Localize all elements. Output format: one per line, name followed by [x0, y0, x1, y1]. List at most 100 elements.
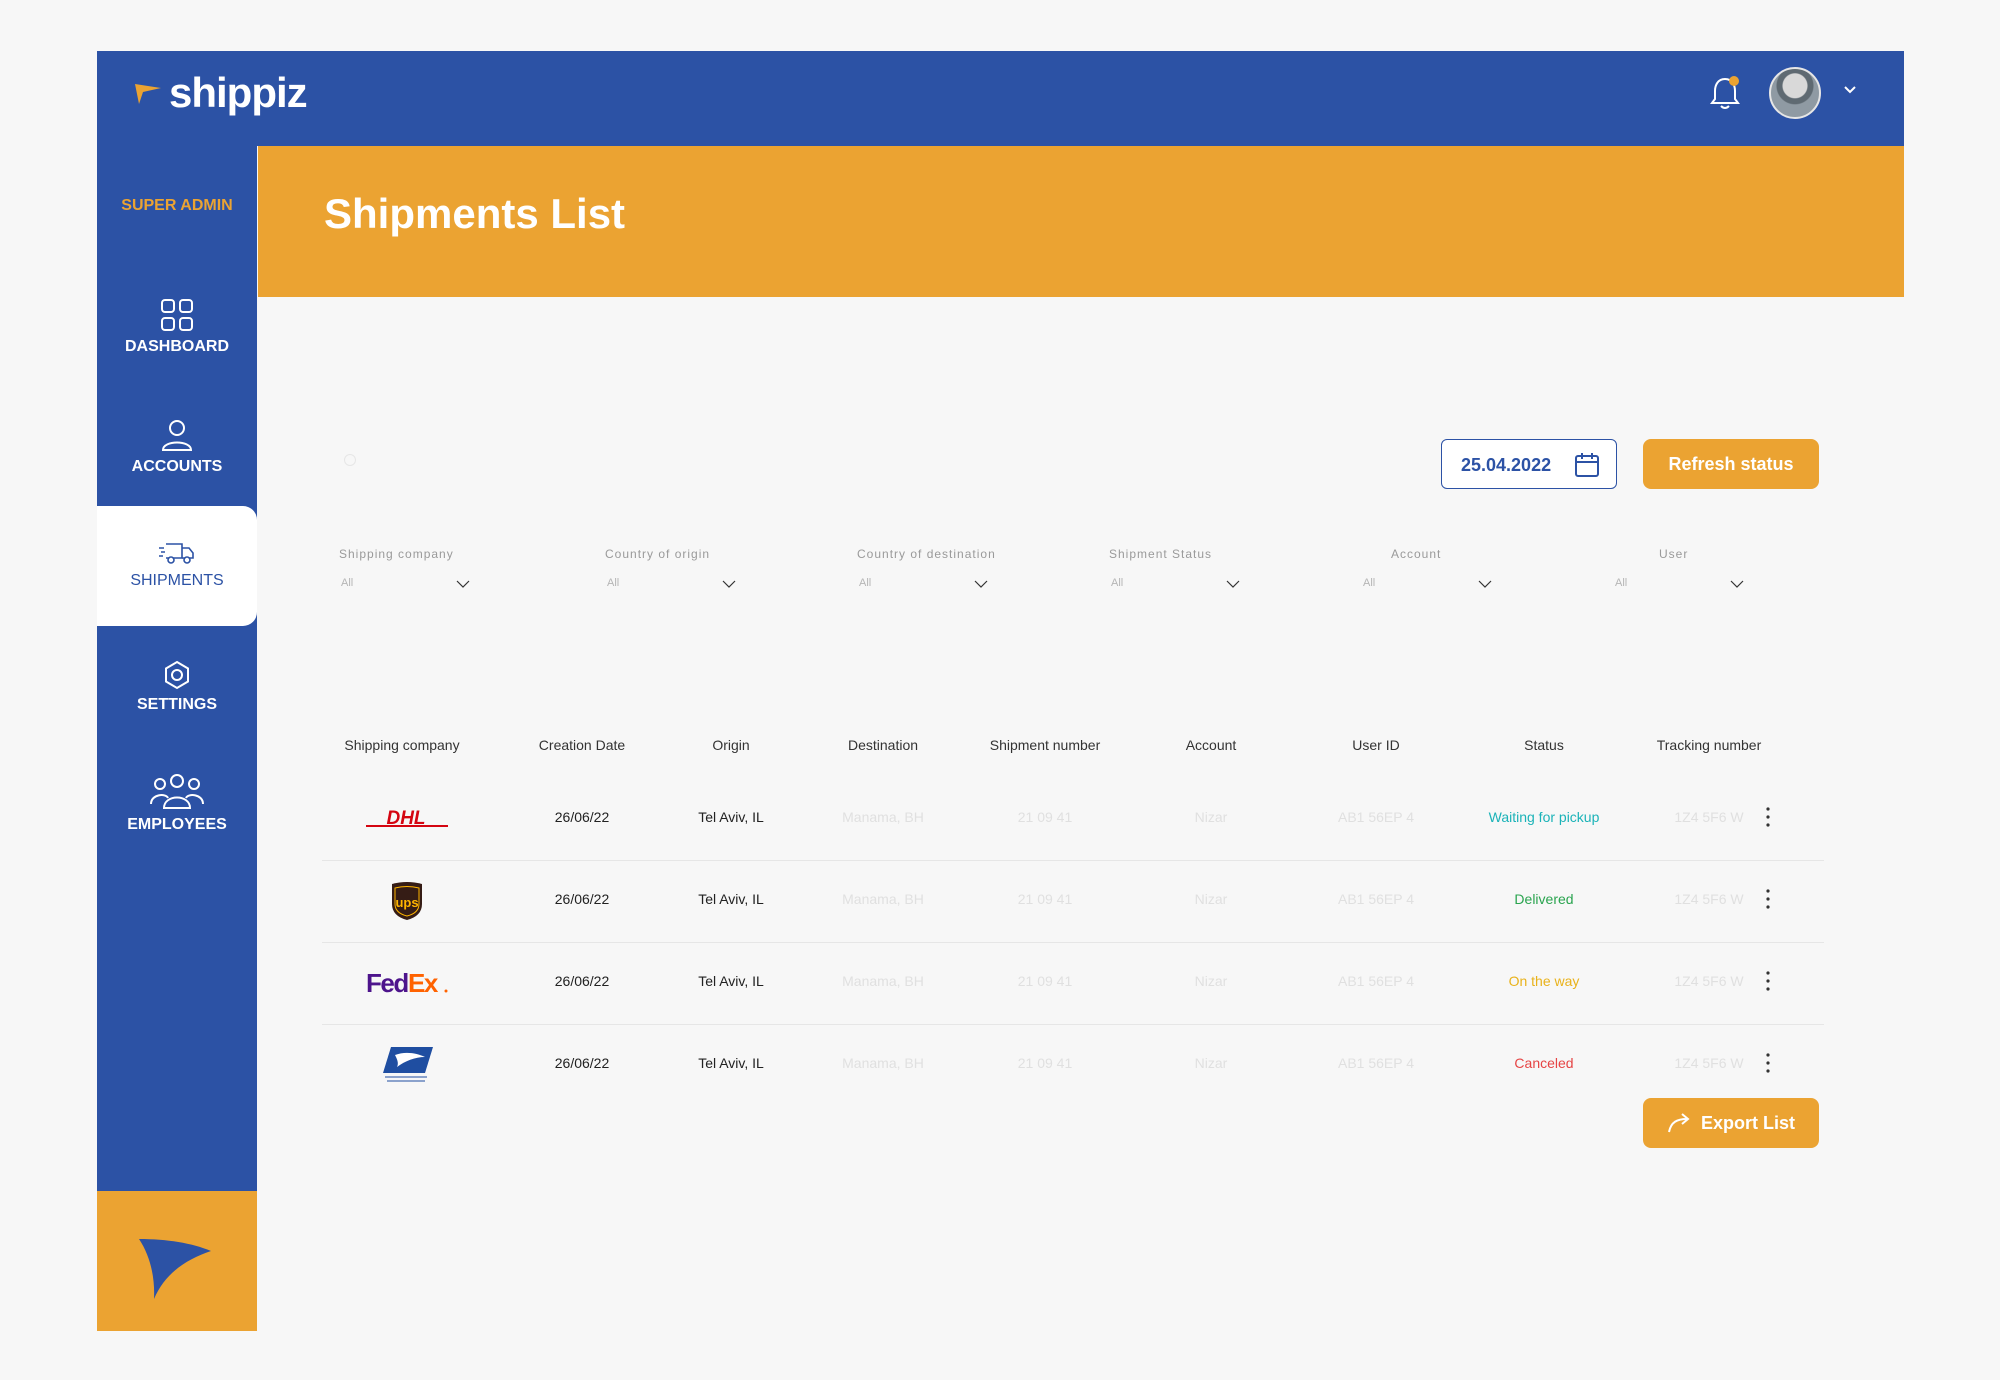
calendar-icon	[1575, 453, 1599, 477]
svg-text:Fed: Fed	[366, 968, 408, 998]
chevron-down-icon	[974, 580, 988, 588]
creation-date: 26/06/22	[554, 973, 610, 989]
radio-placeholder[interactable]	[344, 454, 356, 466]
origin: Tel Aviv, IL	[698, 891, 764, 907]
usps-eagle-icon	[383, 1047, 433, 1082]
shipment-number: 21 09 41	[1017, 1055, 1073, 1071]
logo-mark-icon	[139, 1239, 211, 1299]
svg-text:Ex: Ex	[408, 968, 439, 998]
filter-value: All	[1363, 577, 1376, 589]
sidebar: SUPER ADMIN DASHBOARD ACCOUNTS SHIPMENTS…	[97, 146, 257, 1331]
account: Nizar	[1194, 1055, 1228, 1071]
account: Nizar	[1194, 891, 1228, 907]
ups-logo-icon: ups	[392, 882, 422, 920]
filter-value: All	[607, 577, 620, 589]
origin: Tel Aviv, IL	[698, 809, 764, 825]
status-badge: Delivered	[1514, 891, 1574, 907]
col-header-account[interactable]: Account	[1131, 737, 1291, 753]
destination: Manama, BH	[842, 1055, 924, 1071]
grid-icon	[161, 299, 193, 331]
destination: Manama, BH	[842, 809, 924, 825]
filter-value: All	[341, 577, 354, 589]
col-header-status[interactable]: Status	[1464, 737, 1624, 753]
chevron-down-icon	[1730, 580, 1744, 588]
table-row[interactable]: Fed Ex 26/06/22 Tel Aviv, IL Manama, BH …	[322, 943, 1824, 1024]
col-header-user-id[interactable]: User ID	[1296, 737, 1456, 753]
sidebar-item-shipments[interactable]: SHIPMENTS	[97, 506, 257, 626]
date-value: 25.04.2022	[1461, 455, 1552, 475]
svg-text:ups: ups	[395, 895, 418, 910]
people-icon	[150, 774, 204, 809]
user-avatar[interactable]	[1769, 67, 1821, 119]
shipment-number: 21 09 41	[1017, 891, 1073, 907]
user-id: AB1 56EP 4	[1337, 809, 1415, 825]
col-header-shipping-company[interactable]: Shipping company	[322, 737, 482, 753]
account: Nizar	[1194, 809, 1228, 825]
filter-user[interactable]: User All	[1613, 547, 1753, 589]
chevron-down-icon	[1478, 580, 1492, 588]
filter-label: Shipping company	[339, 547, 454, 561]
sidebar-item-label: DASHBOARD	[125, 338, 229, 355]
table-row[interactable]: 26/06/22 Tel Aviv, IL Manama, BH 21 09 4…	[322, 1025, 1824, 1106]
dhl-logo-icon: DHL	[366, 808, 448, 829]
svg-text:DHL: DHL	[386, 808, 425, 829]
filter-value: All	[859, 577, 872, 589]
row-menu-icon[interactable]	[1762, 1051, 1774, 1075]
user-id: AB1 56EP 4	[1337, 891, 1415, 907]
notification-bell-icon[interactable]	[1707, 73, 1743, 113]
logo-mark-icon	[135, 84, 161, 104]
filter-label: User	[1659, 547, 1689, 561]
filter-account[interactable]: Account All	[1361, 547, 1501, 589]
sidebar-footer-logo	[97, 1191, 257, 1331]
refresh-status-label: Refresh status	[1668, 453, 1794, 474]
sidebar-item-label: ACCOUNTS	[131, 458, 223, 475]
sidebar-item-label: SHIPMENTS	[130, 572, 224, 589]
sidebar-item-dashboard[interactable]: DASHBOARD	[97, 298, 257, 418]
status-badge: Canceled	[1514, 1055, 1574, 1071]
col-header-shipment-number[interactable]: Shipment number	[965, 737, 1125, 753]
filter-value: All	[1615, 577, 1628, 589]
filter-label: Country of origin	[605, 547, 711, 561]
filter-country-origin[interactable]: Country of origin All	[605, 547, 745, 589]
col-header-destination[interactable]: Destination	[803, 737, 963, 753]
filter-shipping-company[interactable]: Shipping company All	[339, 547, 479, 589]
chevron-down-icon	[722, 580, 736, 588]
status-badge: Waiting for pickup	[1488, 809, 1600, 825]
sidebar-item-settings[interactable]: SETTINGS	[97, 660, 257, 780]
col-header-creation-date[interactable]: Creation Date	[502, 737, 662, 753]
shippiz-logo[interactable]: shippiz	[133, 69, 308, 117]
col-header-tracking-number[interactable]: Tracking number	[1629, 737, 1789, 753]
filter-value: All	[1111, 577, 1124, 589]
shipment-number: 21 09 41	[1017, 809, 1073, 825]
user-id: AB1 56EP 4	[1337, 1055, 1415, 1071]
ups-logo: ups	[342, 879, 472, 923]
refresh-status-button[interactable]: Refresh status	[1643, 439, 1819, 489]
origin: Tel Aviv, IL	[698, 973, 764, 989]
filter-country-destination[interactable]: Country of destination All	[857, 547, 997, 589]
creation-date: 26/06/22	[554, 809, 610, 825]
col-header-origin[interactable]: Origin	[651, 737, 811, 753]
export-list-label: Export List	[1700, 1112, 1795, 1133]
fedex-logo-icon: Fed Ex	[366, 968, 448, 998]
filter-shipment-status[interactable]: Shipment Status All	[1109, 547, 1249, 589]
truck-icon	[159, 543, 194, 564]
row-menu-icon[interactable]	[1762, 805, 1774, 829]
shipment-number: 21 09 41	[1017, 973, 1073, 989]
gear-icon	[165, 660, 189, 690]
user-id: AB1 56EP 4	[1337, 973, 1415, 989]
row-menu-icon[interactable]	[1762, 887, 1774, 911]
sidebar-item-employees[interactable]: EMPLOYEES	[97, 772, 257, 892]
main-content: 25.04.2022 Refresh status Shipping compa…	[258, 297, 1904, 1331]
table-row[interactable]: ups 26/06/22 Tel Aviv, IL Manama, BH 21 …	[322, 861, 1824, 942]
usps-logo	[342, 1043, 472, 1087]
destination: Manama, BH	[842, 891, 924, 907]
date-picker[interactable]: 25.04.2022	[1441, 439, 1617, 489]
filter-label: Country of destination	[857, 547, 996, 561]
brand-name: shippiz	[169, 69, 308, 116]
table-row[interactable]: DHL 26/06/22 Tel Aviv, IL Manama, BH 21 …	[322, 779, 1824, 860]
export-list-button[interactable]: Export List	[1643, 1098, 1819, 1148]
row-menu-icon[interactable]	[1762, 969, 1774, 993]
chevron-down-icon[interactable]	[1841, 81, 1859, 99]
status-badge: On the way	[1508, 973, 1580, 989]
role-label: SUPER ADMIN	[121, 197, 233, 214]
